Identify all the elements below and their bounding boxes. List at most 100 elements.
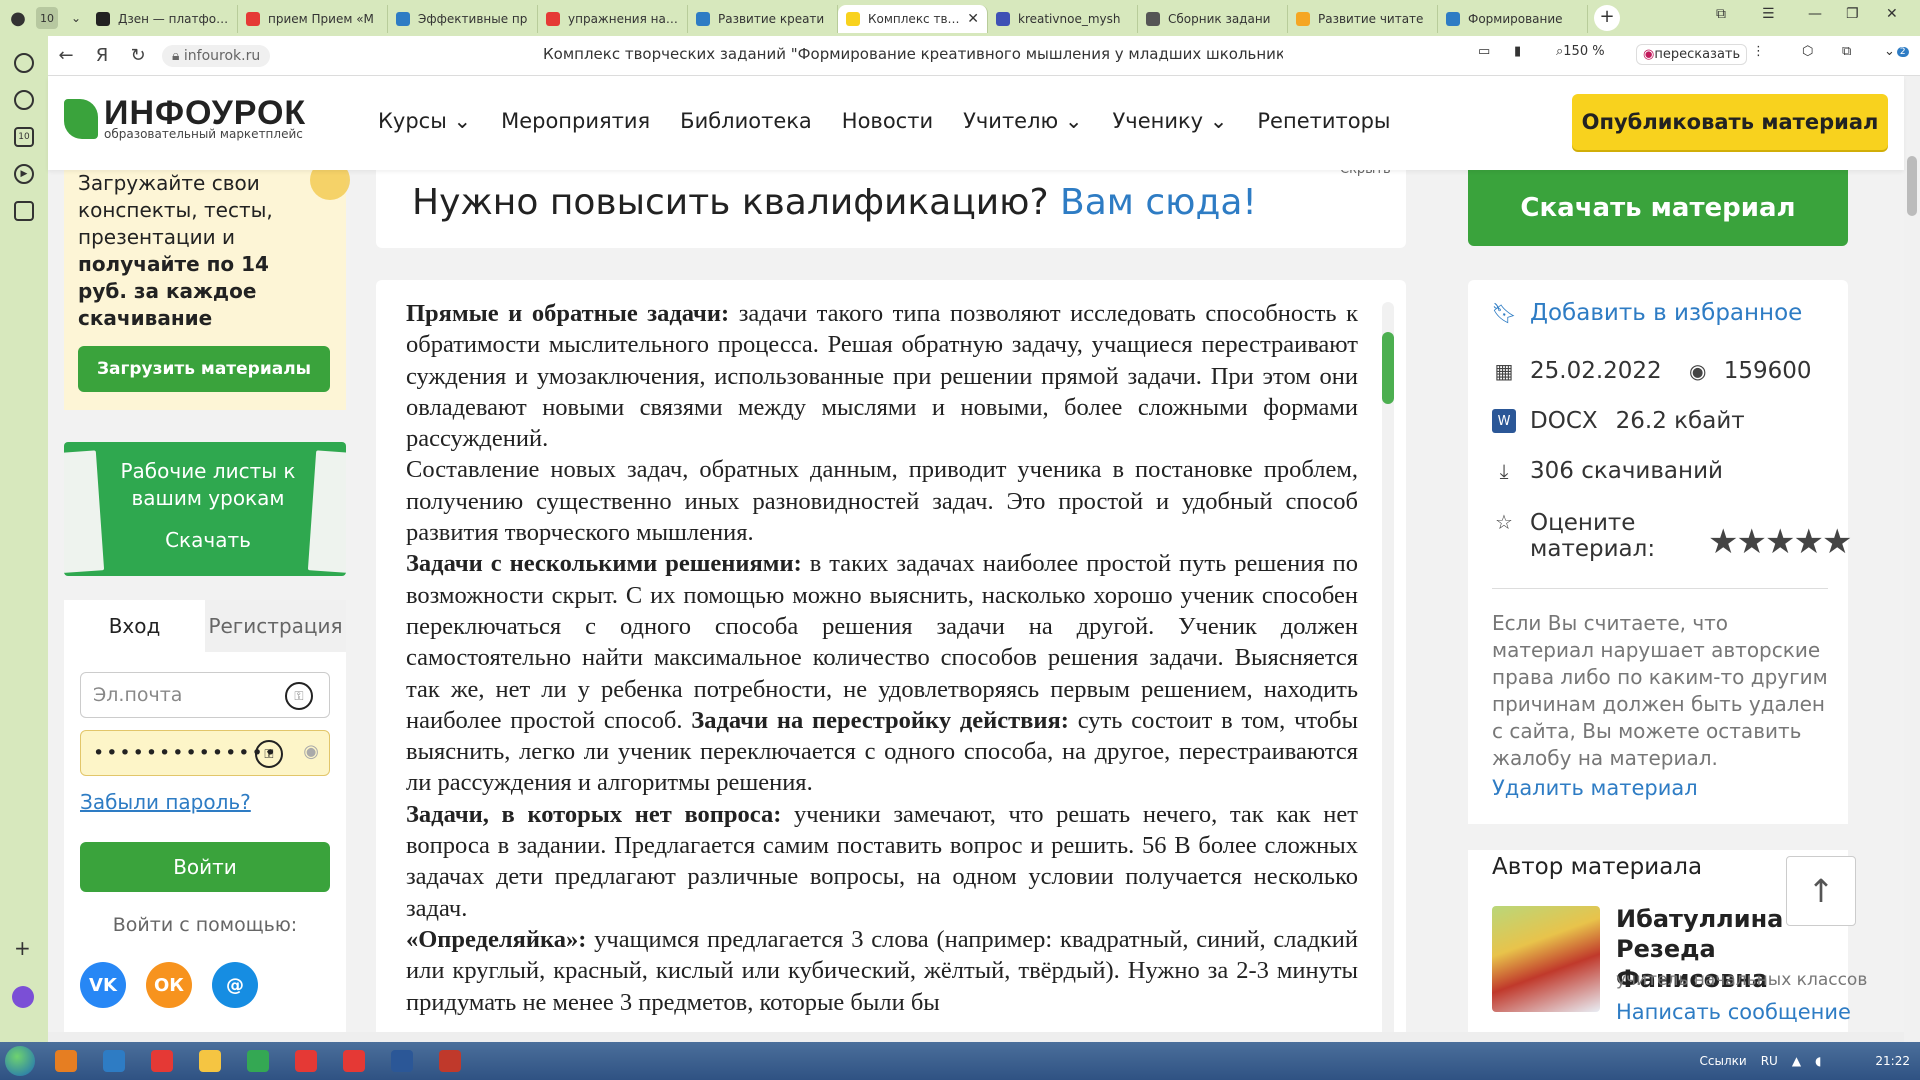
browser-tab[interactable]: упражнения напр: [538, 5, 688, 33]
taskbar-app-icon[interactable]: [236, 1044, 280, 1078]
browser-tab[interactable]: kreativnoe_mysh: [988, 5, 1138, 33]
tabs-menu-chevron-icon[interactable]: ⌄: [64, 11, 88, 25]
taskbar-app-icon[interactable]: [188, 1044, 232, 1078]
taskbar-app-icon[interactable]: [284, 1044, 328, 1078]
reader-icon[interactable]: ▭: [1478, 44, 1490, 59]
links-toolbar[interactable]: Ссылки: [1700, 1054, 1747, 1068]
nav-item[interactable]: Ученику ⌄: [1112, 109, 1227, 133]
rating-star-icon[interactable]: ★: [1822, 522, 1853, 562]
password-manager-key-icon[interactable]: ⚿: [285, 682, 313, 710]
nav-item[interactable]: Учителю ⌄: [963, 109, 1082, 133]
browser-tab[interactable]: Формирование: [1438, 5, 1588, 33]
maximize-button[interactable]: ❐: [1846, 6, 1859, 22]
reload-icon[interactable]: ↻: [120, 45, 156, 66]
close-tab-icon[interactable]: ✕: [967, 11, 979, 27]
nav-item[interactable]: Новости: [842, 109, 933, 133]
taskbar-app-icon[interactable]: [92, 1044, 136, 1078]
tab-counter[interactable]: 10: [36, 7, 58, 29]
zoom-indicator[interactable]: ⌕ 150 %: [1556, 44, 1605, 59]
taskbar-app-icon[interactable]: [332, 1044, 376, 1078]
history-icon[interactable]: [14, 90, 34, 110]
qualification-banner[interactable]: Скрыть Нужно повысить квалификацию? Вам …: [376, 162, 1406, 248]
browser-sidebar: 10 ▶ +: [0, 36, 48, 1042]
worksheets-download-link[interactable]: Скачать: [108, 528, 308, 552]
minimize-button[interactable]: —: [1808, 6, 1822, 22]
language-indicator[interactable]: RU: [1761, 1054, 1778, 1068]
horizontal-scrollbar[interactable]: [48, 1032, 1904, 1042]
close-window-button[interactable]: ✕: [1886, 6, 1898, 22]
site-logo[interactable]: ИНФОУРОК образовательный маркетплейс: [64, 96, 306, 140]
upload-materials-button[interactable]: Загрузить материалы: [78, 346, 330, 392]
social-login-button[interactable]: ОК: [146, 962, 192, 1008]
browser-tab[interactable]: Сборник задани: [1138, 5, 1288, 33]
browser-tab[interactable]: Комплекс твор ✕: [838, 5, 988, 33]
screenshot-icon[interactable]: [14, 201, 34, 221]
nav-item[interactable]: Библиотека: [680, 109, 812, 133]
rating-star-icon[interactable]: ★: [1708, 522, 1739, 562]
profile-icon[interactable]: ●: [0, 4, 36, 32]
alice-icon[interactable]: [12, 986, 34, 1008]
publish-material-button[interactable]: Опубликовать материал: [1572, 94, 1888, 150]
rating-star-icon[interactable]: ★: [1793, 522, 1824, 562]
password-manager-key-icon[interactable]: ⚿: [255, 740, 283, 768]
rating-star-icon[interactable]: ★: [1765, 522, 1796, 562]
rating-star-icon[interactable]: ★: [1736, 522, 1767, 562]
download-material-button[interactable]: Скачать материал: [1468, 170, 1848, 246]
browser-tab[interactable]: Развитие читате: [1288, 5, 1438, 33]
nav-item[interactable]: Курсы ⌄: [378, 109, 471, 133]
password-field[interactable]: •••••••••••••• ⚿ ◉: [80, 730, 330, 776]
write-message-link[interactable]: Написать сообщение: [1616, 1000, 1851, 1024]
worksheets-banner[interactable]: Рабочие листы к вашим урокам Скачать: [64, 442, 346, 576]
volume-icon[interactable]: ◖: [1815, 1054, 1821, 1068]
rating-stars[interactable]: ★★★★★: [1708, 522, 1853, 562]
login-tabs: Вход Регистрация: [64, 600, 346, 652]
browser-tab[interactable]: Дзен — платформ: [88, 5, 238, 33]
collections-sidebar-icon[interactable]: [14, 53, 34, 73]
bookmark-icon[interactable]: ▮: [1514, 44, 1521, 59]
protect-icon[interactable]: ⬡: [1802, 44, 1813, 59]
bookmarks-panel-icon[interactable]: ☰: [1762, 6, 1775, 22]
show-password-eye-icon[interactable]: ◉: [303, 741, 319, 762]
social-login-button[interactable]: VK: [80, 962, 126, 1008]
taskbar-app-icon[interactable]: [140, 1044, 184, 1078]
tabs-overview-icon[interactable]: ⧉: [1716, 6, 1726, 22]
nav-item[interactable]: Репетиторы: [1257, 109, 1390, 133]
play-icon[interactable]: ▶: [14, 164, 34, 184]
new-tab-button[interactable]: +: [1594, 5, 1620, 31]
extensions-icon[interactable]: ⌄ 2: [1884, 44, 1909, 59]
document-scroll-thumb[interactable]: [1382, 332, 1394, 404]
tab-register[interactable]: Регистрация: [205, 600, 346, 652]
more-menu-icon[interactable]: ⋮: [1752, 44, 1765, 59]
browser-tab[interactable]: Развитие креати: [688, 5, 838, 33]
page-scroll-thumb[interactable]: [1907, 156, 1917, 216]
network-icon[interactable]: ▲: [1792, 1054, 1801, 1068]
scroll-to-top-button[interactable]: ↑: [1786, 856, 1856, 926]
browser-tab[interactable]: Эффективные пр: [388, 5, 538, 33]
taskbar-app-icon[interactable]: [44, 1044, 88, 1078]
collections-icon[interactable]: ⧉: [1842, 44, 1851, 59]
url-domain[interactable]: 🔒︎ infourok.ru: [162, 44, 271, 67]
clock[interactable]: 21:22: [1875, 1054, 1910, 1068]
taskbar-app-icon[interactable]: [380, 1044, 424, 1078]
start-button[interactable]: [0, 1043, 40, 1079]
back-icon[interactable]: ←: [48, 45, 84, 66]
tabs-count-icon[interactable]: 10: [14, 127, 34, 147]
delete-material-link[interactable]: Удалить материал: [1492, 776, 1698, 800]
banner-link[interactable]: Вам сюда!: [1060, 182, 1257, 223]
login-button[interactable]: Войти: [80, 842, 330, 892]
add-sidebar-icon[interactable]: +: [14, 936, 31, 960]
browser-tab[interactable]: прием Прием «М: [238, 5, 388, 33]
document-scrollbar[interactable]: [1382, 302, 1394, 1042]
tab-login[interactable]: Вход: [64, 600, 205, 652]
author-avatar[interactable]: [1492, 906, 1600, 1012]
email-field[interactable]: Эл.почта ⚿: [80, 672, 330, 718]
page-scrollbar[interactable]: [1904, 76, 1920, 1042]
yandex-icon[interactable]: Я: [84, 45, 120, 66]
taskbar-app-icon[interactable]: [428, 1044, 472, 1078]
social-login-button[interactable]: @: [212, 962, 258, 1008]
add-to-favorites[interactable]: 🔖︎ Добавить в избранное: [1491, 300, 1802, 326]
retell-button[interactable]: ◉ пересказать: [1636, 44, 1748, 65]
page-title[interactable]: Комплекс творческих заданий "Формировани…: [543, 45, 1283, 63]
nav-item[interactable]: Мероприятия: [501, 109, 650, 133]
forgot-password-link[interactable]: Забыли пароль?: [80, 790, 251, 814]
